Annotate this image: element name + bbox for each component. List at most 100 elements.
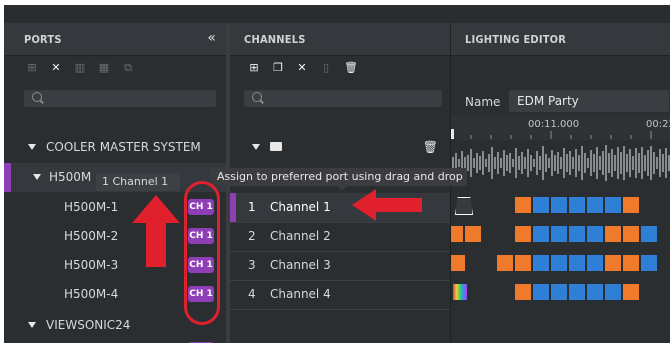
clip[interactable] <box>623 255 639 271</box>
folder-icon <box>270 142 282 151</box>
channel-number: 1 <box>248 200 256 214</box>
ports-search-input[interactable] <box>24 90 216 107</box>
clip[interactable] <box>587 226 603 242</box>
port-label: H500M-2 <box>64 229 119 243</box>
search-icon <box>32 92 42 102</box>
clip[interactable] <box>605 197 621 213</box>
clip[interactable] <box>623 226 639 242</box>
channel-number: 4 <box>248 287 256 301</box>
drag-drop-tooltip: Assign to preferred port using drag and … <box>211 168 467 191</box>
device-label: H500M <box>49 170 92 184</box>
divider <box>230 309 450 310</box>
channels-header: CHANNELS <box>230 23 450 56</box>
name-label: Name <box>465 95 501 109</box>
clip[interactable] <box>465 226 481 242</box>
clip[interactable] <box>551 226 567 242</box>
clip[interactable] <box>605 255 621 271</box>
clip[interactable] <box>515 197 531 213</box>
channel-folder-row[interactable]: 🗑 <box>230 133 450 162</box>
channel-row-3[interactable]: 3 Channel 3 <box>230 251 450 280</box>
copy-icon[interactable]: ▯ <box>320 62 332 74</box>
clip[interactable] <box>533 226 549 242</box>
app-window: PORTS « ⊞ ✕ ▥ ▦ ⧉ COOLER MASTER SYSTEM H… <box>4 5 670 343</box>
channel-label: Channel 1 <box>270 200 331 214</box>
close-icon[interactable]: ✕ <box>50 62 62 74</box>
clip[interactable] <box>497 255 513 271</box>
chevron-down-icon[interactable] <box>28 144 36 150</box>
close-icon[interactable]: ✕ <box>296 62 308 74</box>
search-icon <box>252 92 262 102</box>
group-label: COOLER MASTER SYSTEM <box>46 140 201 154</box>
clip[interactable] <box>533 255 549 271</box>
channel-row-2[interactable]: 2 Channel 2 <box>230 222 450 251</box>
annotation-arrow-up <box>132 195 180 267</box>
channels-search-input[interactable] <box>244 90 442 107</box>
channel-number: 3 <box>248 258 256 272</box>
duplicate-icon[interactable]: ❐ <box>272 62 284 74</box>
add-icon[interactable]: ⊞ <box>248 62 260 74</box>
channels-toolbar: ⊞ ❐ ✕ ▯ 🗑 <box>230 56 450 84</box>
clip[interactable] <box>569 255 585 271</box>
channel-row-4[interactable]: 4 Channel 4 <box>230 280 450 309</box>
clip[interactable] <box>623 197 639 213</box>
editor-header: LIGHTING EDITOR <box>451 23 670 56</box>
clip[interactable] <box>533 197 549 213</box>
clip[interactable] <box>623 284 639 300</box>
channel-label: Channel 3 <box>270 258 331 272</box>
channel-badge-partial <box>188 342 214 343</box>
trash-icon[interactable]: 🗑 <box>423 140 438 154</box>
clip[interactable] <box>641 255 657 271</box>
clip[interactable] <box>515 284 531 300</box>
port-label: H500M-4 <box>64 287 119 301</box>
ruler-ticks <box>451 129 652 139</box>
clip[interactable] <box>605 284 621 300</box>
clip[interactable] <box>515 226 531 242</box>
chevron-down-icon[interactable] <box>252 144 260 150</box>
clip[interactable] <box>551 197 567 213</box>
clip[interactable] <box>641 226 657 242</box>
ports-toolbar: ⊞ ✕ ▥ ▦ ⧉ <box>4 56 226 84</box>
editor-title: LIGHTING EDITOR <box>465 33 567 46</box>
clip[interactable] <box>451 226 463 242</box>
trash-icon[interactable]: 🗑 <box>344 62 358 74</box>
port-label: H500M-3 <box>64 258 119 272</box>
channels-title: CHANNELS <box>244 33 306 46</box>
channel-number: 2 <box>248 229 256 243</box>
clip[interactable] <box>569 226 585 242</box>
drag-preview-chip: 1 Channel 1 <box>96 173 180 191</box>
name-value: EDM Party <box>517 94 579 108</box>
channel-label: Channel 2 <box>270 229 331 243</box>
delete-icon[interactable]: ▥ <box>74 62 86 74</box>
collapse-panel-icon[interactable]: « <box>207 30 216 46</box>
clip[interactable] <box>587 284 603 300</box>
chevron-down-icon[interactable] <box>33 174 41 180</box>
channel-label: Channel 4 <box>270 287 331 301</box>
split-icon[interactable]: ⧉ <box>122 62 134 74</box>
clip[interactable] <box>587 197 603 213</box>
clip[interactable] <box>587 255 603 271</box>
clip[interactable] <box>605 226 621 242</box>
title-bar <box>4 5 670 23</box>
port-label: H500M-1 <box>64 200 119 214</box>
ports-header: PORTS « <box>4 23 226 56</box>
lighting-editor-panel: LIGHTING EDITOR Name EDM Party 00:11.000… <box>451 23 670 343</box>
add-icon[interactable]: ⊞ <box>26 62 38 74</box>
group-label: VIEWSONIC24 <box>46 318 131 332</box>
annotation-arrow-left <box>352 189 422 221</box>
ports-title: PORTS <box>24 33 62 46</box>
timeline-ruler[interactable]: 00:11.000 00:22 <box>451 115 670 141</box>
audio-waveform <box>452 145 670 181</box>
clip-rainbow[interactable] <box>453 284 467 300</box>
clip[interactable] <box>515 255 531 271</box>
clip[interactable] <box>551 255 567 271</box>
chevron-down-icon[interactable] <box>28 322 36 328</box>
clip[interactable] <box>451 255 465 271</box>
clip[interactable] <box>569 197 585 213</box>
name-input[interactable]: EDM Party <box>509 90 669 112</box>
clip[interactable] <box>533 284 549 300</box>
clip[interactable] <box>551 284 567 300</box>
clip[interactable] <box>569 284 585 300</box>
tree-group-cooler-master[interactable]: COOLER MASTER SYSTEM <box>4 133 226 162</box>
clip-selected[interactable] <box>455 197 473 215</box>
grid-icon[interactable]: ▦ <box>98 62 110 74</box>
